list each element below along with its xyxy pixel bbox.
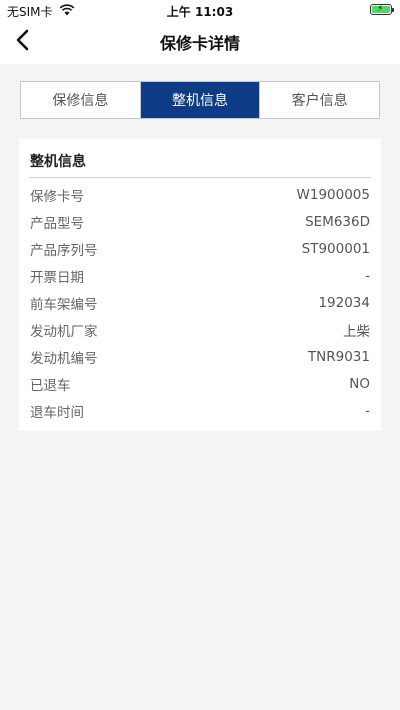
row-label: 开票日期: [30, 269, 84, 286]
row-label: 产品序列号: [30, 242, 98, 259]
info-row-engine-maker: 发动机厂家 上柴: [19, 316, 381, 343]
info-rows: 保修卡号 W1900005 产品型号 SEM636D 产品序列号 ST90000…: [19, 181, 381, 424]
row-value: 192034: [318, 294, 370, 311]
row-value: TNR9031: [307, 348, 370, 365]
info-row-return-time: 退车时间 -: [19, 397, 381, 424]
row-value: -: [365, 267, 370, 284]
status-time: 上午 11:03: [166, 5, 234, 19]
row-value: NO: [349, 375, 370, 392]
tab-machine-info[interactable]: 整机信息: [140, 82, 261, 118]
info-row-serial-no: 产品序列号 ST900001: [19, 235, 381, 262]
row-label: 前车架编号: [30, 296, 98, 313]
info-row-frame-no: 前车架编号 192034: [19, 289, 381, 316]
row-value: -: [365, 402, 370, 419]
machine-info-card: 整机信息 保修卡号 W1900005 产品型号 SEM636D 产品序列号 ST…: [19, 139, 381, 431]
info-row-warranty-no: 保修卡号 W1900005: [19, 181, 381, 208]
nav-bar: 保修卡详情: [0, 20, 400, 64]
info-row-invoice-date: 开票日期 -: [19, 262, 381, 289]
status-bar: 无SIM卡 上午 11:03 ⚡: [0, 0, 400, 20]
row-label: 产品型号: [30, 215, 84, 232]
info-row-engine-no: 发动机编号 TNR9031: [19, 343, 381, 370]
tab-warranty-info[interactable]: 保修信息: [21, 82, 141, 118]
row-label: 退车时间: [30, 404, 84, 421]
row-value: SEM636D: [305, 213, 370, 230]
card-title: 整机信息: [30, 154, 86, 170]
tab-customer-info[interactable]: 客户信息: [260, 82, 379, 118]
row-value: W1900005: [296, 186, 370, 203]
card-divider: [29, 177, 371, 178]
info-row-product-model: 产品型号 SEM636D: [19, 208, 381, 235]
battery-charging-icon: ⚡: [370, 4, 394, 15]
page-title: 保修卡详情: [159, 34, 240, 53]
row-label: 发动机厂家: [30, 323, 98, 340]
row-label: 保修卡号: [30, 188, 84, 205]
info-row-returned: 已退车 NO: [19, 370, 381, 397]
tab-bar: 保修信息 整机信息 客户信息: [20, 81, 380, 119]
row-label: 发动机编号: [30, 350, 98, 367]
row-label: 已退车: [30, 377, 71, 394]
row-value: ST900001: [301, 240, 370, 257]
row-value: 上柴: [343, 323, 370, 340]
